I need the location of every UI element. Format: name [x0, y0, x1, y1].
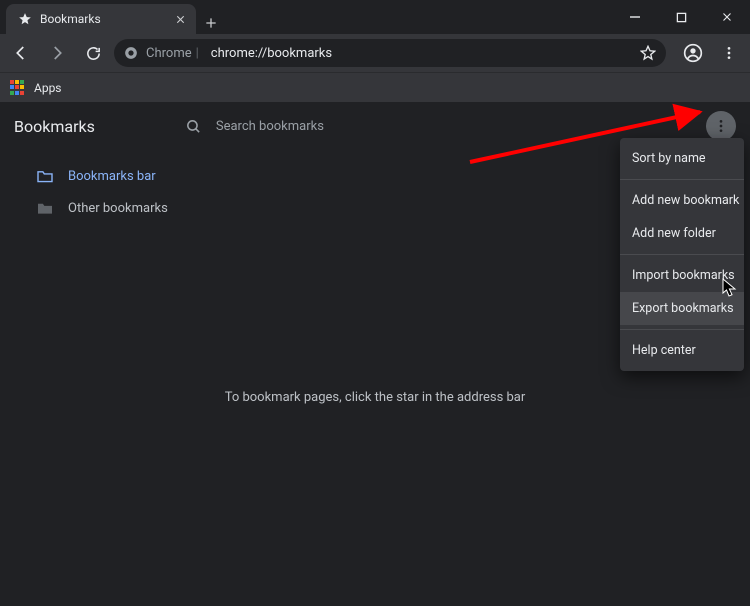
new-tab-button[interactable]	[204, 16, 218, 30]
folder-icon	[36, 169, 54, 183]
close-tab-icon[interactable]	[175, 14, 186, 25]
url-path: chrome://bookmarks	[211, 46, 332, 61]
menu-import-bookmarks[interactable]: Import bookmarks	[620, 259, 744, 292]
browser-menu-button[interactable]	[714, 38, 744, 68]
back-button[interactable]	[6, 38, 36, 68]
menu-help-center[interactable]: Help center	[620, 334, 744, 367]
menu-add-new-folder[interactable]: Add new folder	[620, 217, 744, 250]
organize-menu: Sort by name Add new bookmark Add new fo…	[620, 138, 744, 371]
menu-add-new-bookmark[interactable]: Add new bookmark	[620, 184, 744, 217]
window-minimize-button[interactable]	[612, 0, 658, 34]
star-icon	[18, 12, 32, 26]
menu-export-bookmarks[interactable]: Export bookmarks	[620, 292, 744, 325]
bookmarks-manager: Bookmarks Search bookmarks Bookmarks bar…	[0, 102, 750, 606]
chrome-page-icon	[124, 46, 138, 60]
menu-divider	[620, 329, 744, 330]
folder-label: Bookmarks bar	[68, 169, 156, 184]
tab-title: Bookmarks	[40, 12, 101, 26]
menu-divider	[620, 254, 744, 255]
titlebar: Bookmarks	[0, 0, 750, 34]
search-icon	[185, 118, 202, 135]
apps-grid-icon[interactable]	[10, 80, 26, 96]
window-controls	[612, 0, 750, 34]
address-bar[interactable]: Chrome| chrome://bookmarks	[114, 39, 666, 67]
search-input[interactable]: Search bookmarks	[216, 119, 324, 134]
folder-icon	[36, 201, 54, 215]
window-close-button[interactable]	[704, 0, 750, 34]
page-title: Bookmarks	[14, 117, 95, 136]
reload-button[interactable]	[78, 38, 108, 68]
forward-button[interactable]	[42, 38, 72, 68]
url-scheme: Chrome|	[146, 46, 203, 61]
window-maximize-button[interactable]	[658, 0, 704, 34]
bookmarks-bar: Apps	[0, 72, 750, 102]
organize-menu-button[interactable]	[706, 111, 736, 141]
bookmark-star-icon[interactable]	[640, 45, 656, 61]
empty-state-hint: To bookmark pages, click the star in the…	[0, 390, 750, 405]
folder-label: Other bookmarks	[68, 201, 168, 216]
profile-button[interactable]	[678, 38, 708, 68]
browser-toolbar: Chrome| chrome://bookmarks	[0, 34, 750, 72]
menu-sort-by-name[interactable]: Sort by name	[620, 142, 744, 175]
apps-label[interactable]: Apps	[34, 81, 62, 95]
browser-tab[interactable]: Bookmarks	[6, 4, 196, 34]
menu-divider	[620, 179, 744, 180]
